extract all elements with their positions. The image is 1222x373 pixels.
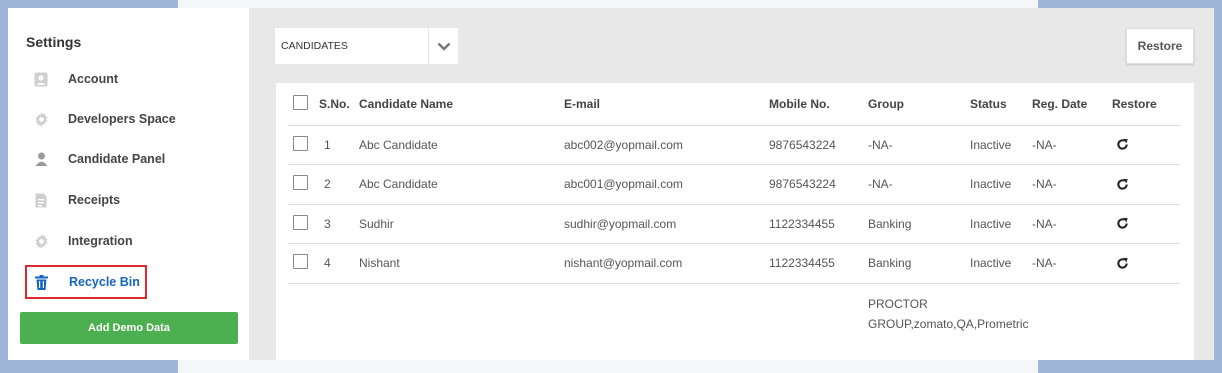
sidebar-title: Settings [26, 34, 82, 50]
table-row: 3 Sudhir sudhir@yopmail.com 1122334455 B… [288, 204, 1181, 244]
cell-sno: 3 [319, 204, 359, 244]
cell-group: -NA- [868, 164, 970, 205]
sidebar-item-label: Integration [68, 234, 133, 248]
restore-cell [1112, 204, 1181, 244]
receipt-icon [26, 193, 56, 208]
row-checkbox[interactable] [293, 135, 308, 151]
cell-status: Inactive [970, 243, 1032, 284]
cell-group: Banking [868, 243, 970, 284]
restore-icon[interactable] [1116, 138, 1129, 151]
cell-email: nishant@yopmail.com [564, 243, 769, 284]
cell-mobile: 9876543224 [769, 125, 868, 165]
entity-type-select[interactable]: CANDIDATES [275, 28, 458, 64]
header-group: Group [868, 83, 970, 126]
cell-status: Inactive [970, 204, 1032, 244]
cell-status: Inactive [970, 125, 1032, 165]
select-all-checkbox-cell [288, 83, 319, 126]
cell-email: abc002@yopmail.com [564, 125, 769, 165]
header-restore: Restore [1112, 83, 1181, 126]
table-row: 2 Abc Candidate abc001@yopmail.com 98765… [288, 164, 1181, 205]
sidebar-item-integration[interactable]: Integration [26, 226, 236, 256]
cell-group: PROCTOR GROUP,zomato,QA,Prometric [868, 296, 1029, 331]
chevron-down-icon[interactable] [428, 28, 458, 64]
table-row-partial: PROCTOR GROUP,zomato,QA,Prometric [288, 283, 1181, 334]
header-sno: S.No. [319, 83, 359, 126]
cell-group: Banking [868, 204, 970, 244]
cell-reg-date: -NA- [1032, 164, 1112, 205]
table-row: 4 Nishant nishant@yopmail.com 1122334455… [288, 243, 1181, 284]
restore-icon[interactable] [1116, 178, 1129, 191]
restore-button[interactable]: Restore [1126, 28, 1194, 64]
gear-icon [26, 111, 56, 127]
sidebar-item-label: Receipts [68, 193, 121, 207]
cell-candidate-name: Abc Candidate [359, 164, 564, 205]
settings-window: Settings Account Developers Space Candid… [8, 8, 1214, 360]
cell-email: sudhir@yopmail.com [564, 204, 769, 244]
restore-cell [1112, 164, 1181, 205]
cell-email: abc001@yopmail.com [564, 164, 769, 205]
sidebar-item-label: Candidate Panel [68, 152, 166, 166]
cell-mobile: 1122334455 [769, 204, 868, 244]
sidebar-item-label: Developers Space [68, 112, 176, 126]
cell-mobile: 9876543224 [769, 164, 868, 205]
sidebar-item-developers-space[interactable]: Developers Space [26, 104, 236, 134]
header-email: E-mail [564, 83, 769, 126]
header-mobile: Mobile No. [769, 83, 868, 126]
select-all-checkbox[interactable] [293, 94, 308, 110]
sidebar-item-candidate-panel[interactable]: Candidate Panel [26, 144, 236, 174]
cell-status: Inactive [970, 164, 1032, 205]
row-checkbox[interactable] [293, 254, 308, 270]
row-checkbox-cell [288, 243, 319, 284]
header-candidate-name: Candidate Name [359, 83, 564, 126]
select-value: CANDIDATES [281, 40, 348, 52]
add-demo-data-button[interactable]: Add Demo Data [20, 312, 238, 344]
cell-sno: 4 [319, 243, 359, 284]
puzzle-icon [26, 233, 56, 249]
row-checkbox-cell [288, 125, 319, 165]
main-panel: CANDIDATES Restore S.No. Candidate Name … [249, 8, 1214, 360]
cell-mobile: 1122334455 [769, 243, 868, 284]
table-header-row: S.No. Candidate Name E-mail Mobile No. G… [288, 83, 1181, 126]
restore-cell [1112, 243, 1181, 284]
sidebar-item-receipts[interactable]: Receipts [26, 185, 236, 215]
restore-icon[interactable] [1116, 217, 1129, 230]
row-checkbox-cell [288, 164, 319, 205]
row-checkbox[interactable] [293, 214, 308, 230]
restore-icon[interactable] [1116, 257, 1129, 270]
cell-sno: 1 [319, 125, 359, 165]
top-strip [178, 0, 1038, 8]
cell-reg-date: -NA- [1032, 204, 1112, 244]
trash-icon [27, 274, 55, 290]
sidebar-item-label: Recycle Bin [69, 275, 140, 289]
table-row: 1 Abc Candidate abc002@yopmail.com 98765… [288, 125, 1181, 165]
table-card: S.No. Candidate Name E-mail Mobile No. G… [276, 83, 1194, 360]
cell-candidate-name: Nishant [359, 243, 564, 284]
cell-reg-date: -NA- [1032, 243, 1112, 284]
bottom-strip [178, 360, 1038, 373]
sidebar-item-label: Account [68, 72, 118, 86]
sidebar-item-account[interactable]: Account [26, 64, 236, 94]
sidebar-item-recycle-bin[interactable]: Recycle Bin [25, 265, 147, 299]
row-checkbox-cell [288, 204, 319, 244]
row-checkbox[interactable] [293, 175, 308, 191]
header-status: Status [970, 83, 1032, 126]
candidates-table: S.No. Candidate Name E-mail Mobile No. G… [288, 83, 1181, 334]
restore-cell [1112, 125, 1181, 165]
account-icon [26, 72, 56, 87]
cell-candidate-name: Sudhir [359, 204, 564, 244]
cell-sno: 2 [319, 164, 359, 205]
sidebar: Settings Account Developers Space Candid… [8, 8, 249, 360]
person-icon [26, 152, 56, 166]
cell-group: -NA- [868, 125, 970, 165]
cell-candidate-name: Abc Candidate [359, 125, 564, 165]
cell-reg-date: -NA- [1032, 125, 1112, 165]
header-reg-date: Reg. Date [1032, 83, 1112, 126]
